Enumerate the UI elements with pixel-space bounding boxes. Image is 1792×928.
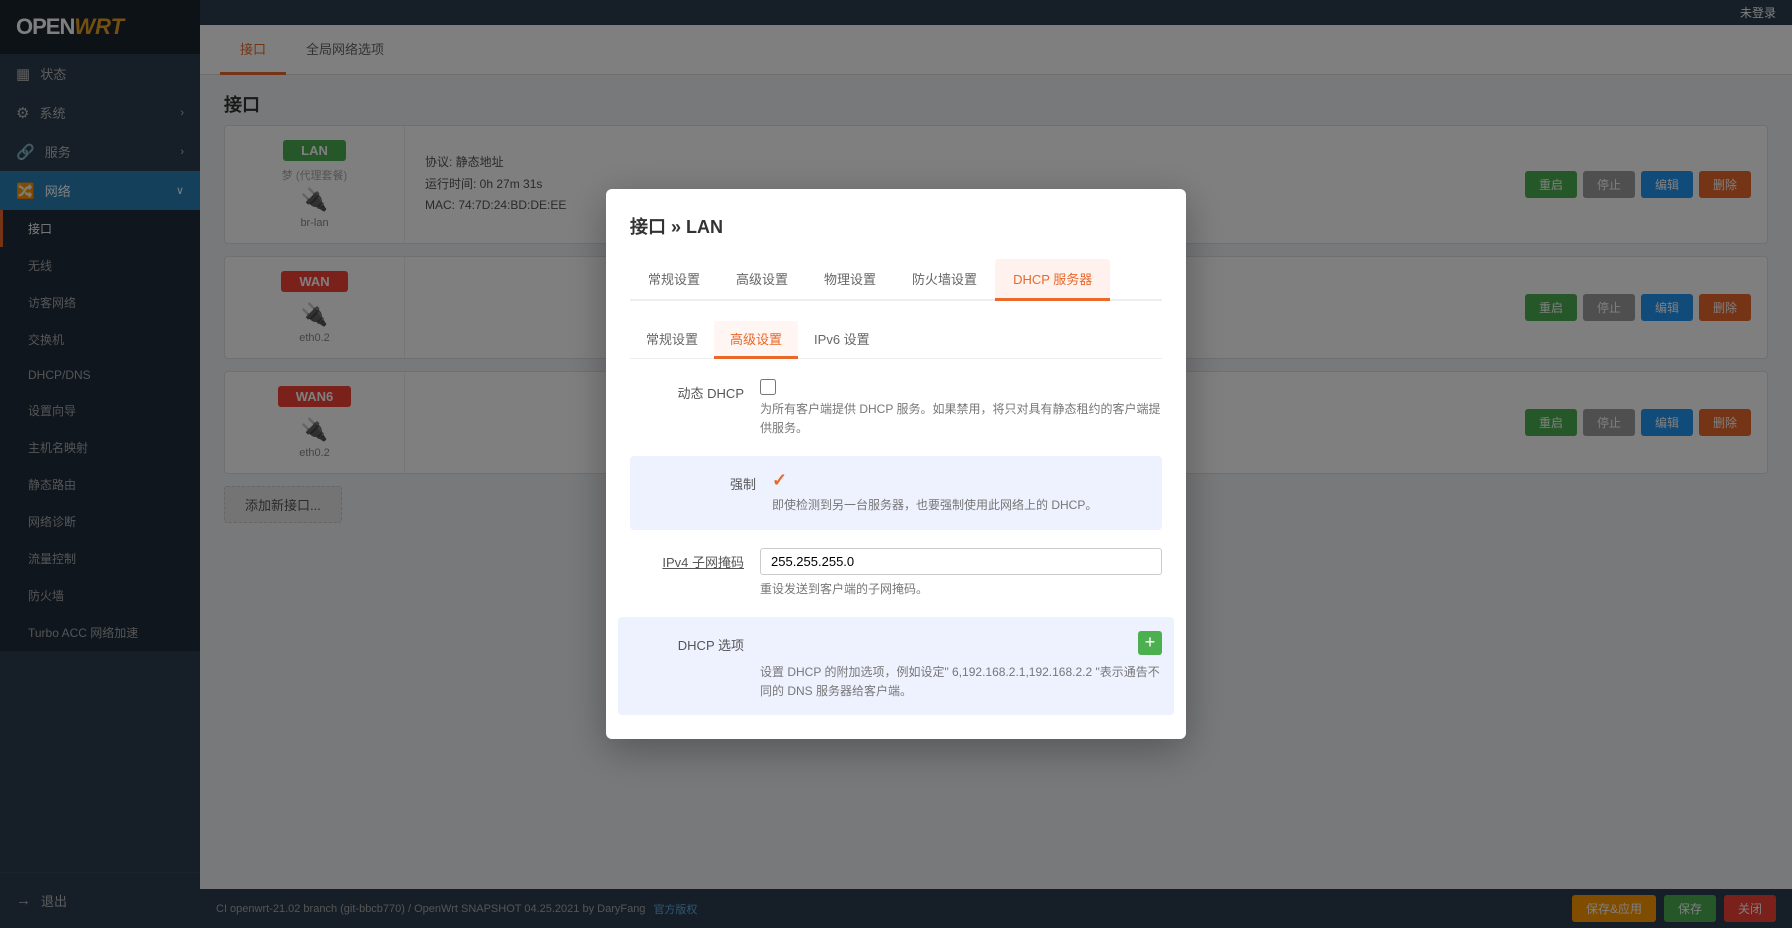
dynamic-dhcp-label: 动态 DHCP xyxy=(630,379,760,402)
dynamic-dhcp-checkbox-wrap xyxy=(760,379,1162,395)
modal-tab-firewall[interactable]: 防火墙设置 xyxy=(894,259,995,301)
modal-subtab-general[interactable]: 常规设置 xyxy=(630,321,714,359)
modal-dialog: 接口 » LAN 常规设置 高级设置 物理设置 防火墙设置 DHCP 服务器 常… xyxy=(606,189,1186,739)
ipv4-mask-control: 重设发送到客户端的子网掩码。 xyxy=(760,548,1162,599)
form-row-force: 强制 ✓ 即使检测到另一台服务器，也要强制使用此网络上的 DHCP。 xyxy=(630,456,1162,529)
modal-subtab-advanced[interactable]: 高级设置 xyxy=(714,321,798,359)
modal-tab-advanced[interactable]: 高级设置 xyxy=(718,259,806,301)
dynamic-dhcp-checkbox[interactable] xyxy=(760,379,776,395)
modal-subtabs: 常规设置 高级设置 IPv6 设置 xyxy=(630,321,1162,359)
force-checkbox-wrap: ✓ xyxy=(772,470,1150,491)
modal-subtab-ipv6[interactable]: IPv6 设置 xyxy=(798,321,886,359)
ipv4-mask-hint: 重设发送到客户端的子网掩码。 xyxy=(760,580,1162,599)
force-hint: 即使检测到另一台服务器，也要强制使用此网络上的 DHCP。 xyxy=(772,496,1150,515)
dhcp-options-hint: 设置 DHCP 的附加选项，例如设定" 6,192.168.2.1,192.16… xyxy=(630,663,1162,701)
modal-tabs: 常规设置 高级设置 物理设置 防火墙设置 DHCP 服务器 xyxy=(630,259,1162,301)
dhcp-options-control: + xyxy=(760,631,1162,655)
dhcp-options-section: DHCP 选项 + 设置 DHCP 的附加选项，例如设定" 6,192.168.… xyxy=(618,617,1174,715)
dynamic-dhcp-hint: 为所有客户端提供 DHCP 服务。如果禁用，将只对具有静态租约的客户端提供服务。 xyxy=(760,400,1162,438)
check-icon: ✓ xyxy=(772,470,787,491)
modal-tab-physical[interactable]: 物理设置 xyxy=(806,259,894,301)
dhcp-options-add-button[interactable]: + xyxy=(1138,631,1162,655)
ipv4-mask-label: IPv4 子网掩码 xyxy=(630,548,760,571)
form-row-dynamic-dhcp: 动态 DHCP 为所有客户端提供 DHCP 服务。如果禁用，将只对具有静态租约的… xyxy=(630,379,1162,438)
modal-overlay[interactable]: 接口 » LAN 常规设置 高级设置 物理设置 防火墙设置 DHCP 服务器 常… xyxy=(0,0,1792,928)
form-row-ipv4-mask: IPv4 子网掩码 重设发送到客户端的子网掩码。 xyxy=(630,548,1162,599)
dynamic-dhcp-control: 为所有客户端提供 DHCP 服务。如果禁用，将只对具有静态租约的客户端提供服务。 xyxy=(760,379,1162,438)
modal-tab-general[interactable]: 常规设置 xyxy=(630,259,718,301)
modal-title: 接口 » LAN xyxy=(630,213,1162,239)
form-row-dhcp-options: DHCP 选项 + xyxy=(630,631,1162,655)
force-control: ✓ 即使检测到另一台服务器，也要强制使用此网络上的 DHCP。 xyxy=(772,470,1150,515)
dhcp-options-label: DHCP 选项 xyxy=(630,631,760,654)
force-label: 强制 xyxy=(642,470,772,493)
ipv4-mask-input[interactable] xyxy=(760,548,1162,575)
modal-tab-dhcp[interactable]: DHCP 服务器 xyxy=(995,259,1110,301)
